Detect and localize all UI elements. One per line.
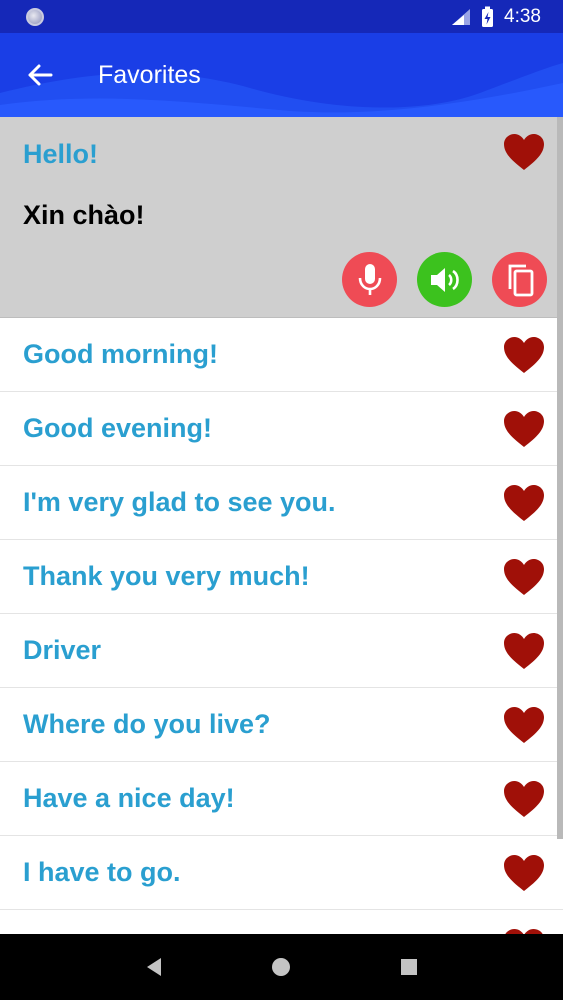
item-actions: [342, 252, 547, 307]
list-item[interactable]: Good evening!: [0, 392, 563, 466]
battery-icon: [482, 6, 494, 27]
list-item[interactable]: I have to go.: [0, 836, 563, 910]
favorite-toggle[interactable]: [503, 336, 545, 374]
list-item[interactable]: Driver: [0, 614, 563, 688]
heart-icon: [504, 484, 544, 521]
status-time: 4:38: [504, 5, 541, 27]
heart-icon: [504, 632, 544, 669]
list-item[interactable]: I'm very glad to see you.: [0, 466, 563, 540]
heart-icon: [504, 854, 544, 891]
scrollbar[interactable]: [557, 117, 563, 839]
phrase-text: I have to go.: [23, 857, 181, 887]
phrase-text: Have a nice day!: [23, 783, 235, 813]
copy-button[interactable]: [492, 252, 547, 307]
phrase-text: I'm very glad to see you.: [23, 487, 336, 517]
speaker-icon: [430, 267, 459, 292]
notification-icon: [26, 7, 44, 26]
favorite-toggle[interactable]: [503, 780, 545, 818]
circle-home-icon: [272, 958, 291, 976]
status-left: [26, 7, 44, 26]
phone-screen: 4:38 Favorites Hello! Xin chào! Good mor…: [0, 0, 563, 1000]
heart-icon: [504, 706, 544, 743]
phrase-text: Good evening!: [23, 413, 212, 443]
heart-icon: [504, 410, 544, 447]
list-item[interactable]: Good morning!: [0, 318, 563, 392]
speaker-button[interactable]: [417, 252, 472, 307]
triangle-back-icon: [146, 958, 161, 976]
heart-icon: [504, 558, 544, 595]
mic-button[interactable]: [342, 252, 397, 307]
back-button[interactable]: [20, 55, 60, 95]
signal-icon: [452, 8, 471, 25]
expanded-favorite-item[interactable]: Hello! Xin chào!: [0, 117, 563, 318]
app-bar: Favorites: [0, 33, 563, 117]
status-bar: 4:38: [0, 0, 563, 33]
microphone-icon: [358, 263, 381, 295]
status-right: 4:38: [451, 6, 541, 28]
phrase-text: Hello!: [23, 139, 99, 169]
nav-recents-button[interactable]: [389, 947, 429, 987]
favorite-toggle[interactable]: [503, 632, 545, 670]
translation-text: Xin chào!: [23, 200, 145, 230]
heart-icon: [504, 336, 544, 373]
favorite-toggle[interactable]: [503, 133, 545, 171]
list-item[interactable]: Have a nice day!: [0, 762, 563, 836]
copy-icon: [508, 264, 533, 296]
phrase-text: Driver: [23, 635, 102, 665]
page-title: Favorites: [98, 60, 201, 89]
list-item-partial[interactable]: [0, 910, 563, 934]
arrow-left-icon: [28, 64, 53, 86]
favorite-toggle[interactable]: [503, 484, 545, 522]
heart-icon: [504, 134, 544, 170]
heart-icon: [504, 780, 544, 817]
phrase-text: Where do you live?: [23, 709, 271, 739]
favorites-list: Hello! Xin chào! Good morning! Good even…: [0, 117, 563, 934]
phrase-text: Good morning!: [23, 339, 218, 369]
list-item[interactable]: Thank you very much!: [0, 540, 563, 614]
favorite-toggle[interactable]: [503, 706, 545, 744]
favorite-toggle[interactable]: [503, 558, 545, 596]
list-item[interactable]: Where do you live?: [0, 688, 563, 762]
favorite-toggle[interactable]: [503, 854, 545, 892]
phrase-text: Thank you very much!: [23, 561, 310, 591]
nav-home-button[interactable]: [261, 947, 301, 987]
system-nav-bar: [0, 934, 563, 1000]
app-bar-wave-decoration: [0, 63, 563, 117]
square-recents-icon: [401, 959, 418, 975]
favorite-toggle[interactable]: [503, 410, 545, 448]
nav-back-button[interactable]: [134, 947, 174, 987]
